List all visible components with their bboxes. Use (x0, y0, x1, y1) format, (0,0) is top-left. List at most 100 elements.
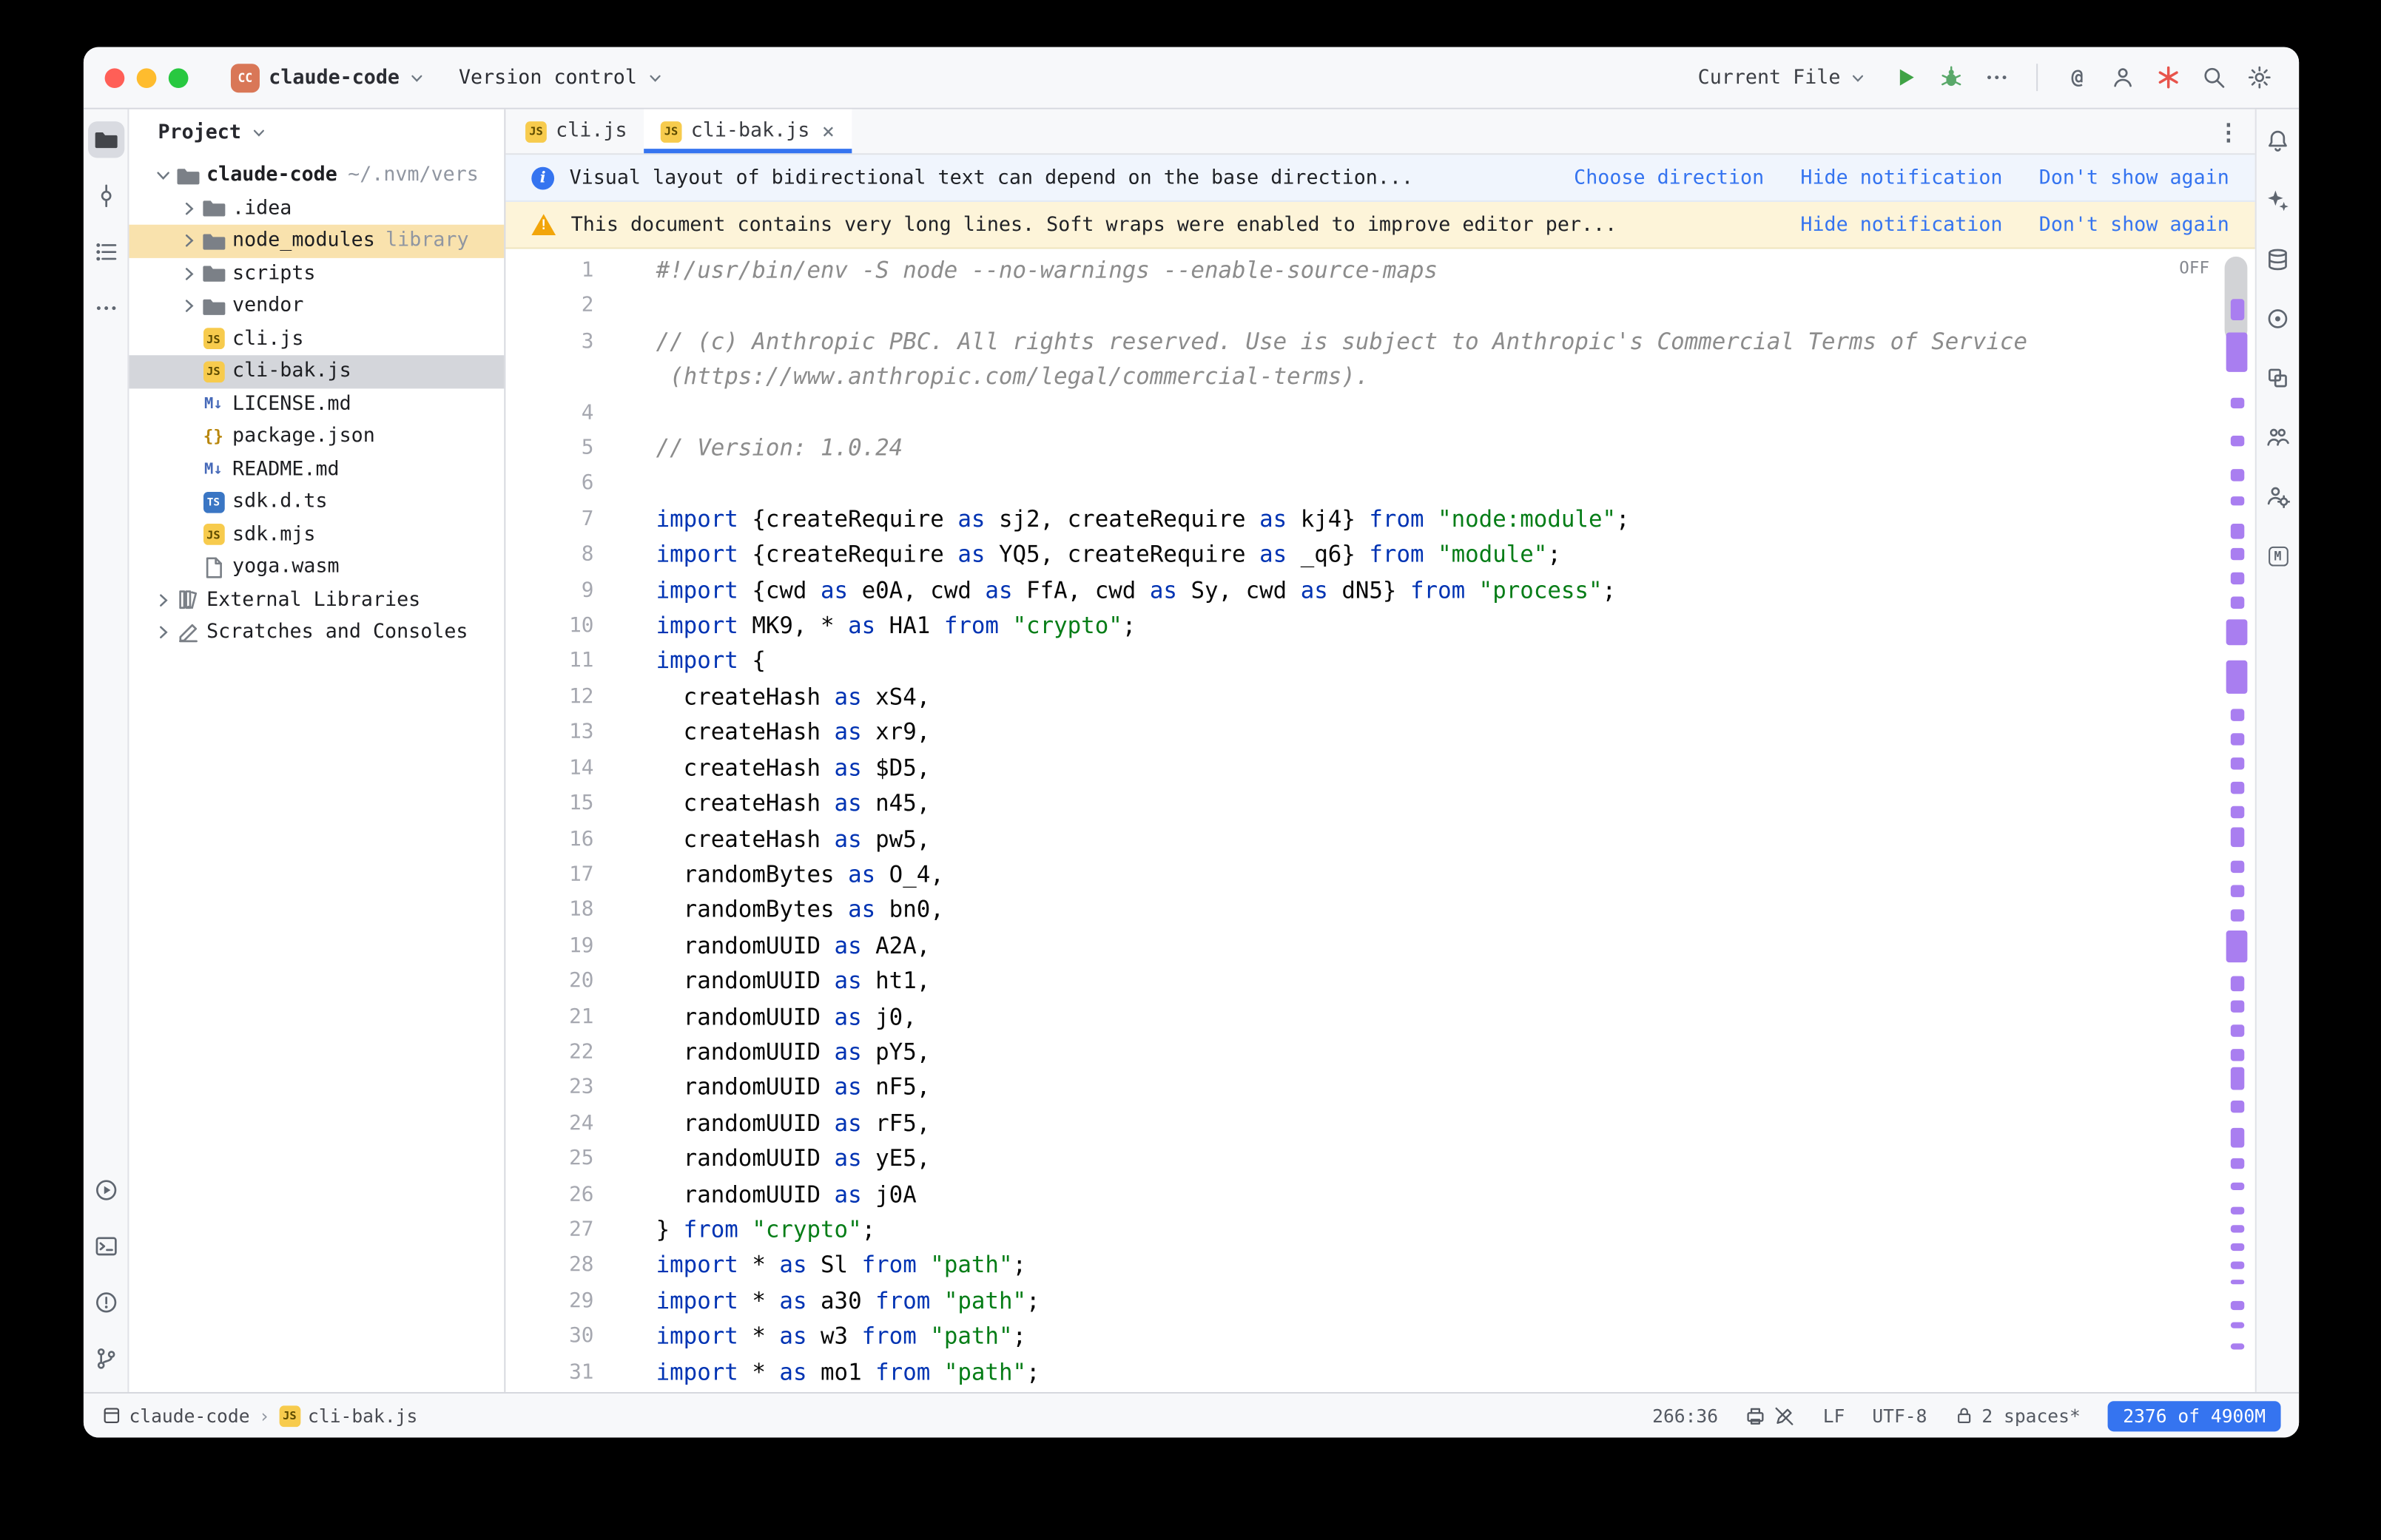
line-number[interactable]: 18 (505, 893, 593, 928)
run-config-selector[interactable]: Current File (1698, 66, 1867, 89)
notifications-icon[interactable] (2260, 123, 2296, 159)
breadcrumb-item[interactable]: claude-code (102, 1405, 250, 1426)
code-line[interactable]: import {createRequire as sj2, createRequ… (656, 502, 2219, 538)
code-line[interactable] (656, 289, 2219, 325)
line-number[interactable]: 23 (505, 1071, 593, 1107)
code-line[interactable]: import {cwd as e0A, cwd as FfA, cwd as S… (656, 573, 2219, 609)
line-number[interactable] (505, 360, 593, 396)
tree-item-scripts[interactable]: scripts (129, 257, 504, 290)
code-line[interactable]: import { (656, 644, 2219, 680)
project-folder-icon[interactable] (87, 121, 124, 158)
code-line[interactable]: createHash as n45, (656, 786, 2219, 822)
code-with-me-icon[interactable] (2260, 419, 2296, 455)
problems-icon[interactable] (87, 1284, 124, 1320)
line-number[interactable]: 28 (505, 1249, 593, 1284)
banner-action-link[interactable]: Choose direction (1574, 166, 1764, 189)
line-number[interactable]: 16 (505, 822, 593, 857)
tree-item-yoga.wasm[interactable]: yoga.wasm (129, 551, 504, 584)
code-line[interactable]: import * as mo1 from "path"; (656, 1355, 2219, 1391)
pen-slash-icon[interactable] (1774, 1405, 1796, 1426)
tree-item-node_modules[interactable]: node_moduleslibrary (129, 225, 504, 257)
code-line[interactable]: import * as Sl from "path"; (656, 1249, 2219, 1284)
code-line[interactable]: randomUUID as j0A (656, 1178, 2219, 1213)
code-line[interactable]: createHash as $D5, (656, 751, 2219, 786)
banner-action-link[interactable]: Hide notification (1800, 213, 2002, 236)
more-icon[interactable] (87, 290, 124, 326)
code-line[interactable]: randomBytes as O_4, (656, 857, 2219, 893)
tree-item-vendor[interactable]: vendor (129, 290, 504, 322)
terminal-icon[interactable] (87, 1228, 124, 1264)
structure-icon[interactable] (87, 234, 124, 270)
line-number[interactable]: 6 (505, 467, 593, 502)
code-line[interactable]: randomUUID as yE5, (656, 1142, 2219, 1178)
commit-icon[interactable] (87, 178, 124, 214)
tree-item-sdk.mjs[interactable]: JSsdk.mjs (129, 519, 504, 551)
line-number[interactable]: 25 (505, 1142, 593, 1178)
chevron-right-icon[interactable] (176, 198, 201, 218)
code-line[interactable]: randomUUID as j0, (656, 1000, 2219, 1036)
run-icon[interactable] (1887, 59, 1924, 95)
tree-item-claude-code[interactable]: claude-code~/.nvm/vers (129, 159, 504, 192)
line-number[interactable]: 19 (505, 928, 593, 964)
code-line[interactable]: } from "crypto"; (656, 1213, 2219, 1249)
line-number[interactable]: 21 (505, 1000, 593, 1036)
tree-item-External Libraries[interactable]: External Libraries (129, 584, 504, 616)
line-number[interactable]: 27 (505, 1213, 593, 1249)
memory-indicator[interactable]: 2376 of 4900M (2108, 1400, 2281, 1431)
window-close-button[interactable] (105, 67, 125, 87)
caret-position-widget[interactable]: 266:36 (1652, 1405, 1718, 1426)
at-mentions-icon[interactable]: @ (2059, 59, 2095, 95)
chevron-right-icon[interactable] (176, 231, 201, 251)
search-everywhere-icon[interactable] (2196, 59, 2232, 95)
tree-item-package.json[interactable]: {}package.json (129, 420, 504, 453)
encoding-widget[interactable]: UTF-8 (1872, 1405, 1927, 1426)
code-line[interactable]: import * as w3 from "path"; (656, 1320, 2219, 1355)
tree-item-Scratches and Consoles[interactable]: Scratches and Consoles (129, 616, 504, 649)
settings-icon[interactable] (2241, 59, 2277, 95)
tree-item-LICENSE.md[interactable]: M↓LICENSE.md (129, 388, 504, 420)
project-widget[interactable]: CC claude-code (222, 57, 435, 98)
tab-close-icon[interactable]: × (822, 119, 835, 143)
window-minimize-button[interactable] (137, 67, 157, 87)
line-number[interactable]: 2 (505, 289, 593, 325)
window-zoom-button[interactable] (169, 67, 189, 87)
debug-icon[interactable] (1933, 59, 1970, 95)
code-line[interactable]: randomBytes as bn0, (656, 893, 2219, 928)
line-number[interactable]: 30 (505, 1320, 593, 1355)
code-viewport[interactable]: #!/usr/bin/env -S node --no-warnings --e… (656, 254, 2219, 1392)
code-line[interactable]: randomUUID as rF5, (656, 1107, 2219, 1142)
line-number[interactable]: 4 (505, 396, 593, 431)
line-number[interactable]: 20 (505, 964, 593, 999)
printer-icon[interactable] (1745, 1405, 1767, 1426)
titlebar[interactable]: CC claude-code Version control Current F… (84, 47, 2299, 109)
line-number[interactable]: 8 (505, 538, 593, 573)
line-number[interactable]: 13 (505, 715, 593, 751)
chevron-right-icon[interactable] (176, 297, 201, 317)
settings-sync-icon[interactable] (2260, 478, 2296, 514)
code-line[interactable]: randomUUID as A2A, (656, 928, 2219, 964)
tab-options-icon[interactable]: ⋮ (2217, 118, 2240, 145)
code-line[interactable]: import * as a30 from "path"; (656, 1284, 2219, 1320)
code-line[interactable]: import {createRequire as YQ5, createRequ… (656, 538, 2219, 573)
line-number[interactable]: 11 (505, 644, 593, 680)
scrollbar-error-stripe[interactable] (2218, 254, 2254, 1392)
tree-item-.idea[interactable]: .idea (129, 192, 504, 225)
banner-action-link[interactable]: Don't show again (2039, 213, 2229, 236)
tree-item-cli-bak.js[interactable]: JScli-bak.js (129, 355, 504, 388)
line-number[interactable]: 24 (505, 1107, 593, 1142)
line-number[interactable]: 17 (505, 857, 593, 893)
plugins-icon[interactable] (2260, 359, 2296, 396)
line-number[interactable]: 15 (505, 786, 593, 822)
ai-assistant-icon[interactable] (2260, 182, 2296, 218)
vcs-widget[interactable]: Version control (450, 60, 672, 95)
line-separator-widget[interactable]: LF (1823, 1405, 1845, 1426)
maven-icon[interactable]: M (2260, 538, 2296, 574)
code-line[interactable]: createHash as xS4, (656, 680, 2219, 715)
code-line[interactable] (656, 396, 2219, 431)
user-icon[interactable] (2104, 59, 2141, 95)
version-control-branch-icon[interactable] (87, 1340, 124, 1377)
code-line[interactable]: randomUUID as pY5, (656, 1036, 2219, 1071)
tree-item-README.md[interactable]: M↓README.md (129, 453, 504, 486)
editor-tab-cli.js[interactable]: JScli.js (509, 109, 644, 154)
run-anything-icon[interactable] (87, 1172, 124, 1208)
